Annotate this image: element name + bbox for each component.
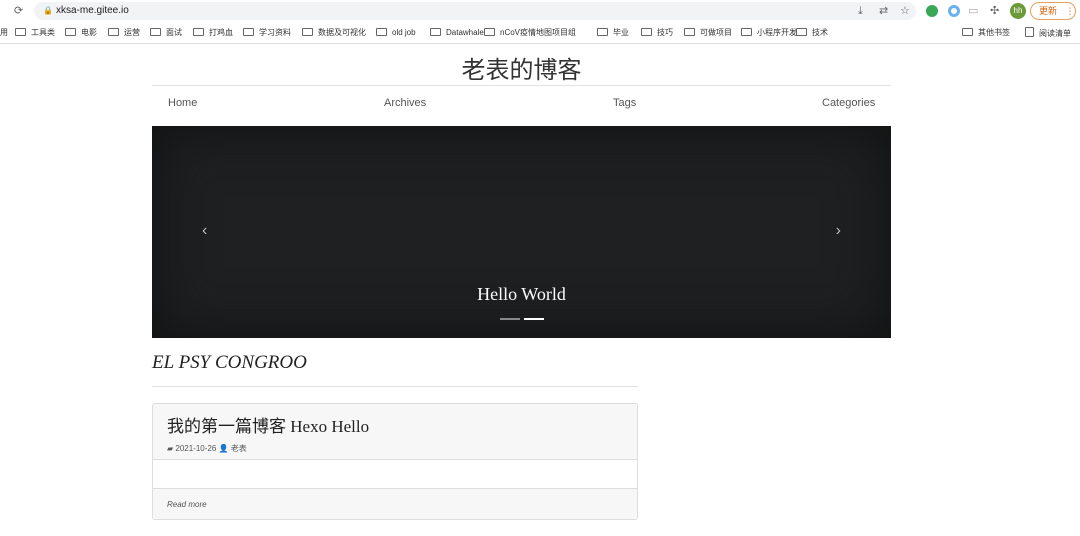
folder-icon	[430, 28, 441, 36]
bookmark-folder[interactable]: 技术	[796, 27, 828, 39]
bookmark-folder[interactable]: 小程序开发	[741, 27, 797, 39]
translate-icon[interactable]: ⇄	[879, 4, 888, 18]
bookmark-folder[interactable]: 运营	[108, 27, 140, 39]
bookmark-folder[interactable]: Datawhale	[430, 27, 484, 39]
folder-icon	[302, 28, 313, 36]
carousel-indicator[interactable]	[500, 318, 520, 320]
folder-icon	[741, 28, 752, 36]
lock-icon: 🔒	[43, 6, 53, 15]
more-icon: ⋮	[1065, 6, 1075, 16]
extension-icon[interactable]	[926, 5, 938, 17]
folder-icon	[684, 28, 695, 36]
read-more-link[interactable]: Read more	[167, 500, 207, 509]
extension-icon[interactable]	[948, 5, 960, 17]
address-bar[interactable]: 🔒 xksa-me.gitee.io	[34, 2, 916, 20]
reload-icon[interactable]: ⟳	[14, 4, 23, 18]
folder-icon	[108, 28, 119, 36]
browser-toolbar: ⟳ 🔒 xksa-me.gitee.io ⤓ ⇄ ☆ ▭ ✣ hh 更新 ⋮	[0, 0, 1080, 22]
user-edit-icon: 👤	[218, 444, 229, 453]
profile-avatar[interactable]: hh	[1010, 3, 1026, 19]
divider	[152, 85, 891, 86]
bookmark-folder[interactable]: 电影	[65, 27, 97, 39]
carousel-caption[interactable]: Hello World	[152, 284, 891, 305]
folder-icon	[484, 28, 495, 36]
calendar-icon: ▰	[167, 444, 174, 453]
carousel-prev-icon[interactable]: ‹	[202, 222, 207, 240]
nav-archives[interactable]: Archives	[384, 97, 426, 109]
bookmark-folder[interactable]: nCoV疫情地图项目组	[484, 27, 576, 39]
carousel-indicator-active[interactable]	[524, 318, 544, 320]
folder-icon	[243, 28, 254, 36]
folder-icon	[193, 28, 204, 36]
folder-icon	[150, 28, 161, 36]
update-button[interactable]: 更新 ⋮	[1030, 2, 1076, 20]
url-text: xksa-me.gitee.io	[56, 5, 129, 16]
nav-tags[interactable]: Tags	[613, 97, 636, 109]
bookmark-folder[interactable]: 工具类	[15, 27, 55, 39]
bookmark-folder[interactable]: 毕业	[597, 27, 629, 39]
update-label: 更新	[1039, 6, 1058, 16]
bookmark-folder[interactable]: 数据及可视化	[302, 27, 366, 39]
puzzle-icon[interactable]: ✣	[990, 4, 999, 18]
carousel: ‹ › Hello World	[152, 126, 891, 338]
post-excerpt	[153, 460, 637, 488]
bookmark-folder[interactable]: 学习资料	[243, 27, 291, 39]
folder-icon	[962, 28, 973, 36]
folder-icon	[376, 28, 387, 36]
site-title[interactable]: 老表的博客	[152, 50, 891, 85]
install-icon[interactable]: ⤓	[858, 4, 863, 18]
bookmark-folder[interactable]: 面试	[150, 27, 182, 39]
folder-icon	[15, 28, 26, 36]
blog-subtitle: EL PSY CONGROO	[152, 352, 307, 373]
post-date: 2021-10-26	[175, 444, 217, 453]
post-title[interactable]: 我的第一篇博客 Hexo Hello	[167, 412, 623, 437]
carousel-next-icon[interactable]: ›	[836, 222, 841, 240]
reading-list[interactable]: 阅读清单	[1025, 27, 1071, 40]
post-card: 我的第一篇博客 Hexo Hello ▰ 2021-10-26 👤 老表 Rea…	[152, 403, 638, 520]
bookmark-apps[interactable]: 用	[0, 27, 8, 39]
nav-home[interactable]: Home	[168, 97, 197, 109]
folder-icon	[597, 28, 608, 36]
bookmarks-bar: 用 工具类 电影 运营 面试 打鸡血 学习资料 数据及可视化 old job D…	[0, 22, 1080, 44]
cast-icon[interactable]: ▭	[968, 4, 978, 18]
bookmark-folder[interactable]: old job	[376, 27, 416, 39]
bookmark-folder[interactable]: 打鸡血	[193, 27, 233, 39]
post-author: 老表	[230, 444, 247, 453]
folder-icon	[641, 28, 652, 36]
folder-icon	[796, 28, 807, 36]
other-bookmarks[interactable]: 其他书签	[962, 27, 1010, 39]
star-icon[interactable]: ☆	[900, 4, 910, 18]
divider	[152, 386, 638, 387]
bookmark-folder[interactable]: 可做项目	[684, 27, 732, 39]
nav-categories[interactable]: Categories	[822, 97, 875, 109]
reading-list-icon	[1025, 27, 1034, 37]
folder-icon	[65, 28, 76, 36]
bookmark-folder[interactable]: 技巧	[641, 27, 673, 39]
